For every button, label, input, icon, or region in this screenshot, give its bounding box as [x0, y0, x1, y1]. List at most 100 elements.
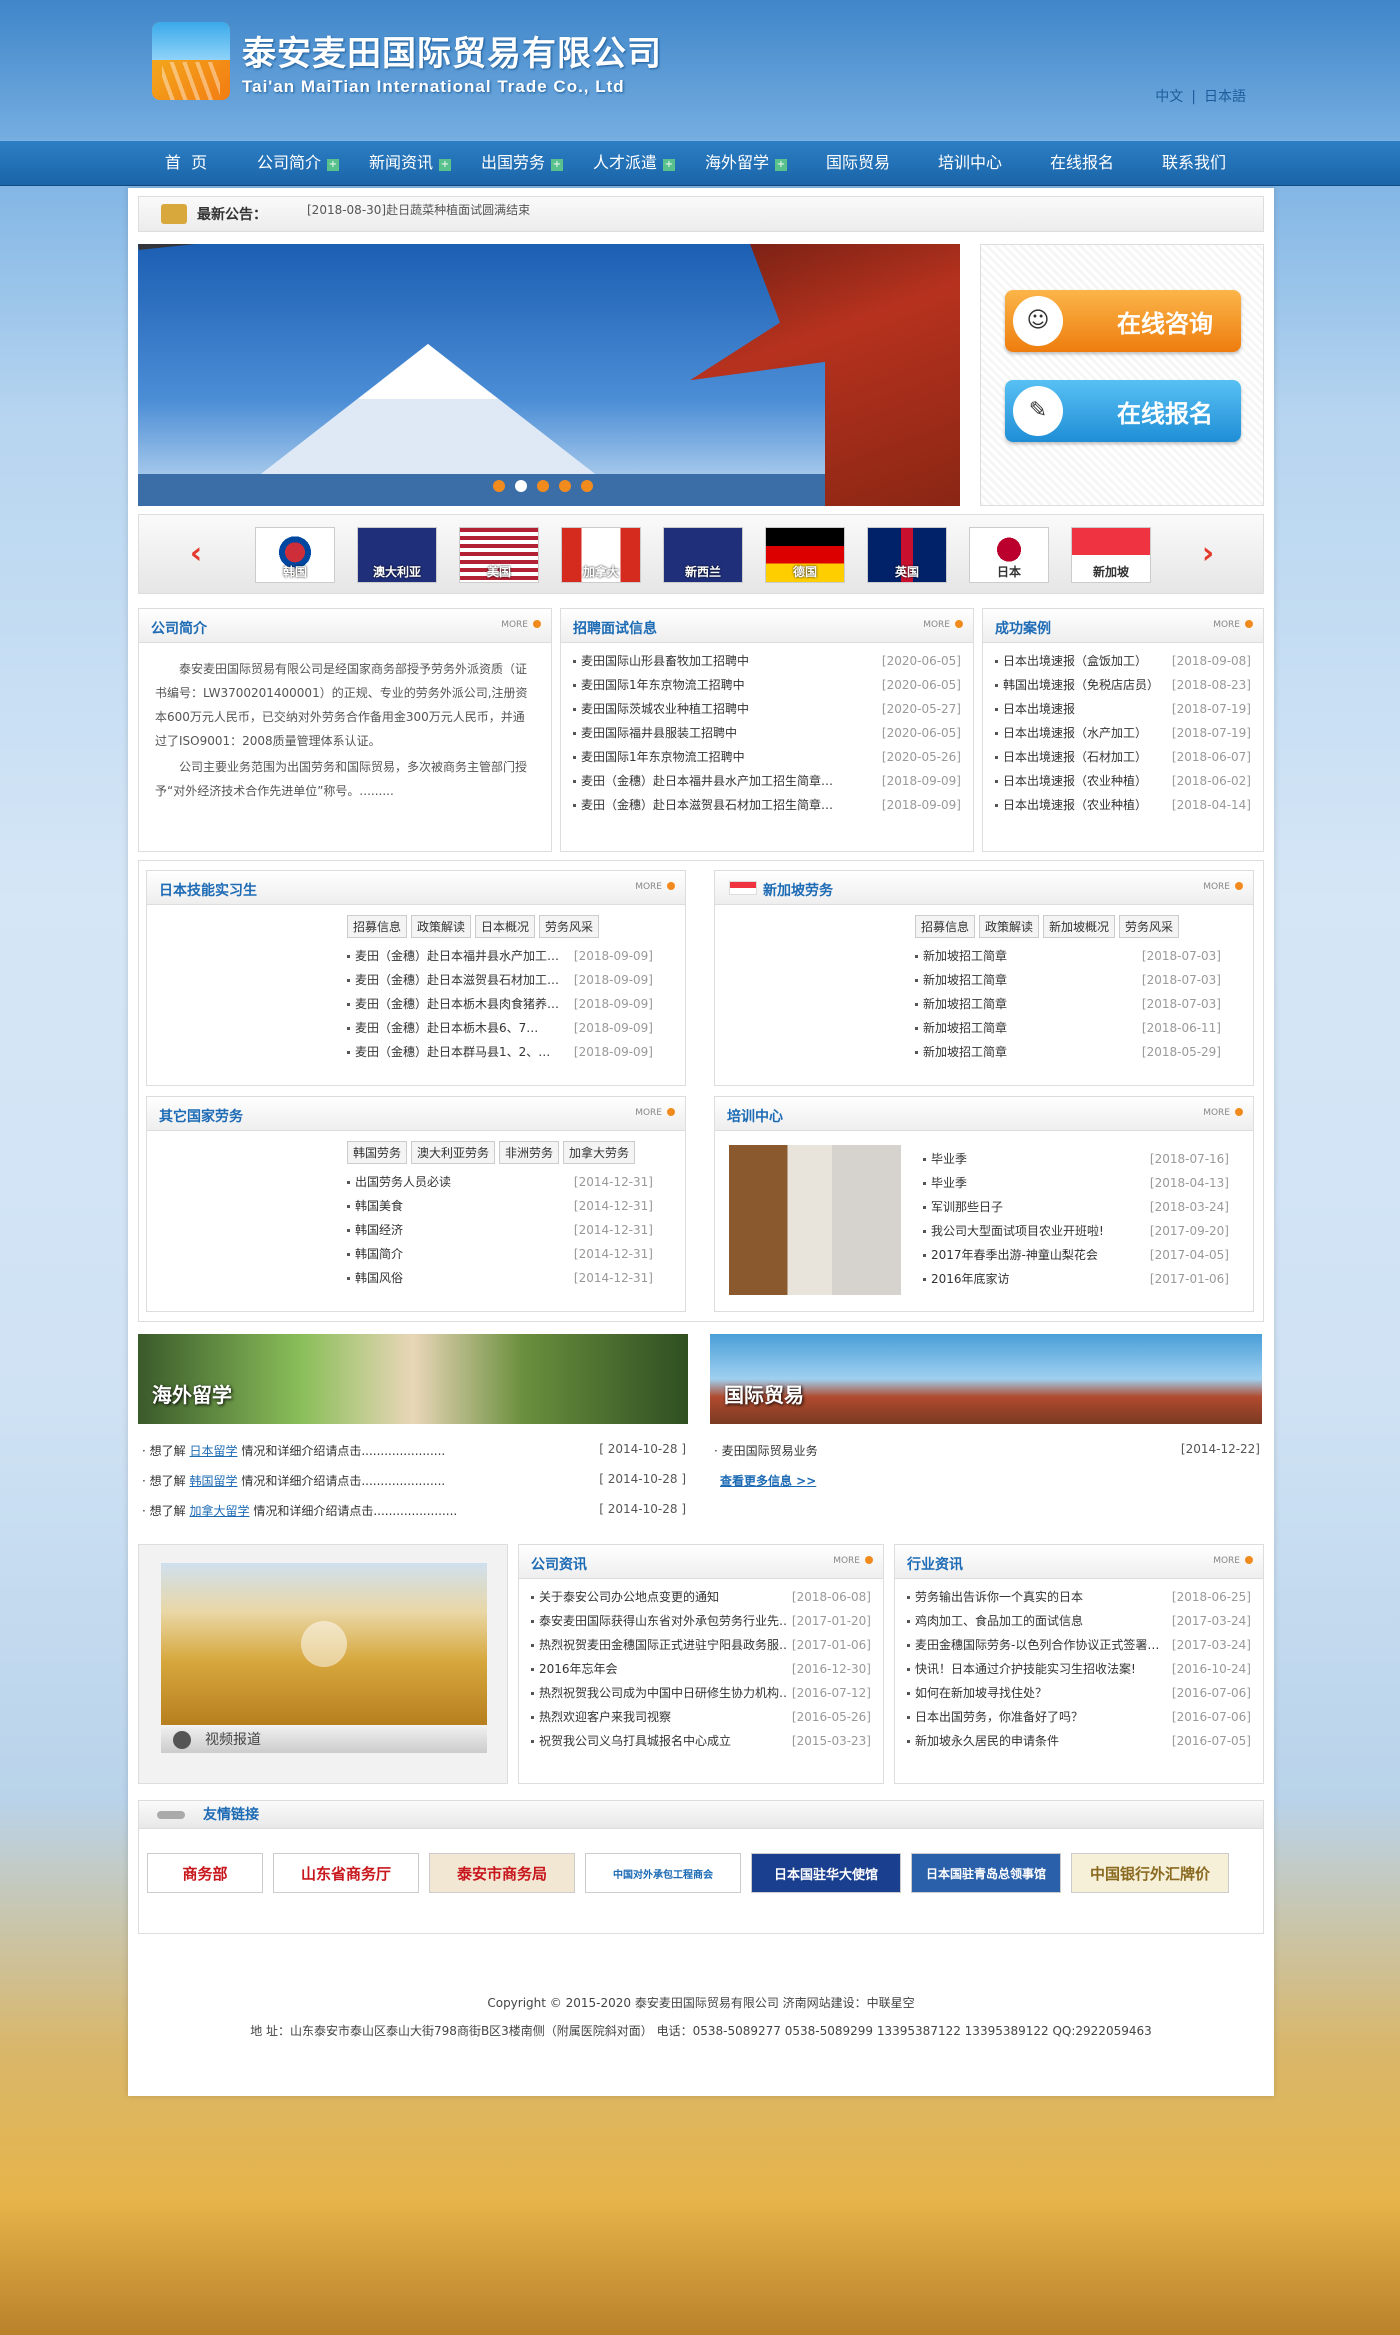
nav-study[interactable]: 海外留学 + — [690, 141, 802, 185]
flag-new-zealand[interactable]: 新西兰 — [663, 527, 743, 583]
tab-canada[interactable]: 加拿大劳务 — [563, 1141, 636, 1164]
list-item[interactable]: 麦田金穗国际劳务-以色列合作协议正式签署… [2017-03-24] — [907, 1633, 1251, 1657]
link-chinca[interactable]: 中国对外承包工程商会 — [585, 1853, 741, 1893]
slider-dot-active[interactable] — [515, 480, 527, 492]
tab-recruit[interactable]: 招募信息 — [915, 915, 976, 938]
tab-africa[interactable]: 非洲劳务 — [499, 1141, 560, 1164]
list-item[interactable]: 热烈祝贺我公司成为中国中日研修生协力机构… [2016-07-12] — [531, 1681, 871, 1705]
tab-recruit[interactable]: 招募信息 — [347, 915, 408, 938]
list-item[interactable]: 韩国风俗 [2014-12-31] — [347, 1266, 653, 1290]
list-item[interactable]: 新加坡招工简章 [2018-07-03] — [915, 992, 1221, 1016]
nav-dispatch[interactable]: 人才派遣 + — [578, 141, 690, 185]
video-label[interactable]: 视频报道 — [161, 1727, 487, 1753]
flag-singapore[interactable]: 新加坡 — [1071, 527, 1151, 583]
nav-news[interactable]: 新闻资讯 + — [354, 141, 466, 185]
tab-policy[interactable]: 政策解读 — [979, 915, 1040, 938]
list-item[interactable]: 麦田（金穗）赴日本栃木县肉食猪养… [2018-09-09] — [347, 992, 653, 1016]
more-link[interactable]: MORE — [1213, 1556, 1253, 1566]
video-thumbnail[interactable] — [161, 1563, 487, 1725]
list-item[interactable]: 日本出境速报（水产加工） [2018-07-19] — [995, 721, 1251, 745]
list-item[interactable]: 日本出境速报 [2018-07-19] — [995, 697, 1251, 721]
prev-arrow-icon[interactable]: ‹ — [181, 539, 211, 569]
flag-japan[interactable]: 日本 — [969, 527, 1049, 583]
list-item[interactable]: 韩国出境速报（免税店店员） [2018-08-23] — [995, 673, 1251, 697]
slider-dot[interactable] — [581, 480, 593, 492]
list-item[interactable]: 日本出境速报（农业种植） [2018-06-02] — [995, 769, 1251, 793]
hero-banner[interactable] — [138, 244, 960, 506]
nav-labor[interactable]: 出国劳务 + — [466, 141, 578, 185]
trade-more-link[interactable]: 查看更多信息 >> — [720, 1472, 816, 1489]
flag-germany[interactable]: 德国 — [765, 527, 845, 583]
list-item[interactable]: 日本出境速报（石材加工） [2018-06-07] — [995, 745, 1251, 769]
list-item[interactable]: 麦田国际茨城农业种植工招聘中 [2020-05-27] — [573, 697, 961, 721]
list-item[interactable]: 麦田（金穗）赴日本群马县1、2、… [2018-09-09] — [347, 1040, 653, 1064]
list-item[interactable]: 我公司大型面试项目农业开班啦! [2017-09-20] — [923, 1219, 1229, 1243]
list-item[interactable]: 热烈祝贺麦田金穗国际正式进驻宁阳县政务服… [2017-01-06] — [531, 1633, 871, 1657]
list-item[interactable]: 日本出境速报（农业种植） [2018-04-14] — [995, 793, 1251, 817]
link-boc-rates[interactable]: 中国银行外汇牌价 — [1071, 1853, 1229, 1893]
more-link[interactable]: MORE — [1203, 882, 1243, 892]
list-item[interactable]: 新加坡招工简章 [2018-06-11] — [915, 1016, 1221, 1040]
nav-signup[interactable]: 在线报名 — [1026, 141, 1138, 185]
list-item[interactable]: 快讯！日本通过介护技能实习生招收法案! [2016-10-24] — [907, 1657, 1251, 1681]
list-item[interactable]: 劳务输出告诉你一个真实的日本 [2018-06-25] — [907, 1585, 1251, 1609]
list-item[interactable]: 韩国简介 [2014-12-31] — [347, 1242, 653, 1266]
more-link[interactable]: MORE — [635, 882, 675, 892]
list-item[interactable]: 麦田国际山形县畜牧加工招聘中 [2020-06-05] — [573, 649, 961, 673]
list-item[interactable]: 日本出国劳务，你准备好了吗？ [2016-07-06] — [907, 1705, 1251, 1729]
nav-trade[interactable]: 国际贸易 — [802, 141, 914, 185]
list-item[interactable]: 麦田（金穗）赴日本福井县水产加工招生简章… [2018-09-09] — [573, 769, 961, 793]
more-link[interactable]: MORE — [501, 620, 541, 630]
lang-chinese-link[interactable]: 中文 — [1155, 89, 1183, 105]
list-item[interactable]: 新加坡招工简章 [2018-07-03] — [915, 968, 1221, 992]
more-link[interactable]: MORE — [635, 1108, 675, 1118]
online-signup-button[interactable]: ✎ 在线报名 — [1005, 380, 1241, 442]
nav-home[interactable]: 首 页 — [130, 141, 242, 185]
list-item[interactable]: 毕业季 [2018-07-16] — [923, 1147, 1229, 1171]
online-consult-button[interactable]: ☺ 在线咨询 — [1005, 290, 1241, 352]
list-item[interactable]: 热烈欢迎客户来我司视察 [2016-05-26] — [531, 1705, 871, 1729]
flag-canada[interactable]: 加拿大 — [561, 527, 641, 583]
nav-about[interactable]: 公司简介 + — [242, 141, 354, 185]
more-link[interactable]: MORE — [833, 1556, 873, 1566]
play-icon[interactable] — [301, 1621, 347, 1667]
list-item[interactable]: 麦田国际福井县服装工招聘中 [2020-06-05] — [573, 721, 961, 745]
list-item[interactable]: 日本出境速报（盒饭加工） [2018-09-08] — [995, 649, 1251, 673]
list-item[interactable]: 毕业季 [2018-04-13] — [923, 1171, 1229, 1195]
study-link[interactable]: 加拿大留学 — [189, 1504, 249, 1518]
list-item[interactable]: 麦田（金穗）赴日本福井县水产加工… [2018-09-09] — [347, 944, 653, 968]
list-item[interactable]: 2016年底家访 [2017-01-06] — [923, 1267, 1229, 1291]
slider-dot[interactable] — [493, 480, 505, 492]
intl-trade-banner[interactable]: 国际贸易 — [710, 1334, 1262, 1424]
lang-japanese-link[interactable]: 日本語 — [1204, 89, 1246, 105]
link-mofcom[interactable]: 商务部 — [147, 1853, 263, 1893]
next-arrow-icon[interactable]: › — [1193, 539, 1223, 569]
list-item[interactable]: 新加坡招工简章 [2018-07-03] — [915, 944, 1221, 968]
list-item[interactable]: 军训那些日子 [2018-03-24] — [923, 1195, 1229, 1219]
study-abroad-banner[interactable]: 海外留学 — [138, 1334, 688, 1424]
list-item[interactable]: 麦田国际1年东京物流工招聘中 [2020-05-26] — [573, 745, 961, 769]
slider-dot[interactable] — [537, 480, 549, 492]
nav-training[interactable]: 培训中心 — [914, 141, 1026, 185]
tab-style[interactable]: 劳务风采 — [539, 915, 600, 938]
link-japan-embassy[interactable]: 日本国驻华大使馆 — [751, 1853, 901, 1893]
list-item[interactable]: 泰安麦田国际获得山东省对外承包劳务行业先… [2017-01-20] — [531, 1609, 871, 1633]
link-japan-consulate[interactable]: 日本国驻青岛总领事馆 — [911, 1853, 1061, 1893]
list-item[interactable]: 麦田国际1年东京物流工招聘中 [2020-06-05] — [573, 673, 961, 697]
list-item[interactable]: 如何在新加坡寻找住处？ [2016-07-06] — [907, 1681, 1251, 1705]
notice-text[interactable]: [2018-08-30]赴日蔬菜种植面试圆满结束 — [307, 201, 530, 218]
flag-uk[interactable]: 英国 — [867, 527, 947, 583]
link-shandong-commerce[interactable]: 山东省商务厅 — [273, 1853, 419, 1893]
slider-dot[interactable] — [559, 480, 571, 492]
tab-overview[interactable]: 日本概况 — [475, 915, 536, 938]
tab-overview[interactable]: 新加坡概况 — [1043, 915, 1116, 938]
flag-korea[interactable]: 韩国 — [255, 527, 335, 583]
list-item[interactable]: 新加坡招工简章 [2018-05-29] — [915, 1040, 1221, 1064]
list-item[interactable]: 出国劳务人员必读 [2014-12-31] — [347, 1170, 653, 1194]
flag-australia[interactable]: 澳大利亚 — [357, 527, 437, 583]
study-link[interactable]: 韩国留学 — [189, 1474, 237, 1488]
tab-korea[interactable]: 韩国劳务 — [347, 1141, 408, 1164]
list-item[interactable]: 韩国经济 [2014-12-31] — [347, 1218, 653, 1242]
study-link[interactable]: 日本留学 — [189, 1444, 237, 1458]
list-item[interactable]: 祝贺我公司义乌打具城报名中心成立 [2015-03-23] — [531, 1729, 871, 1753]
